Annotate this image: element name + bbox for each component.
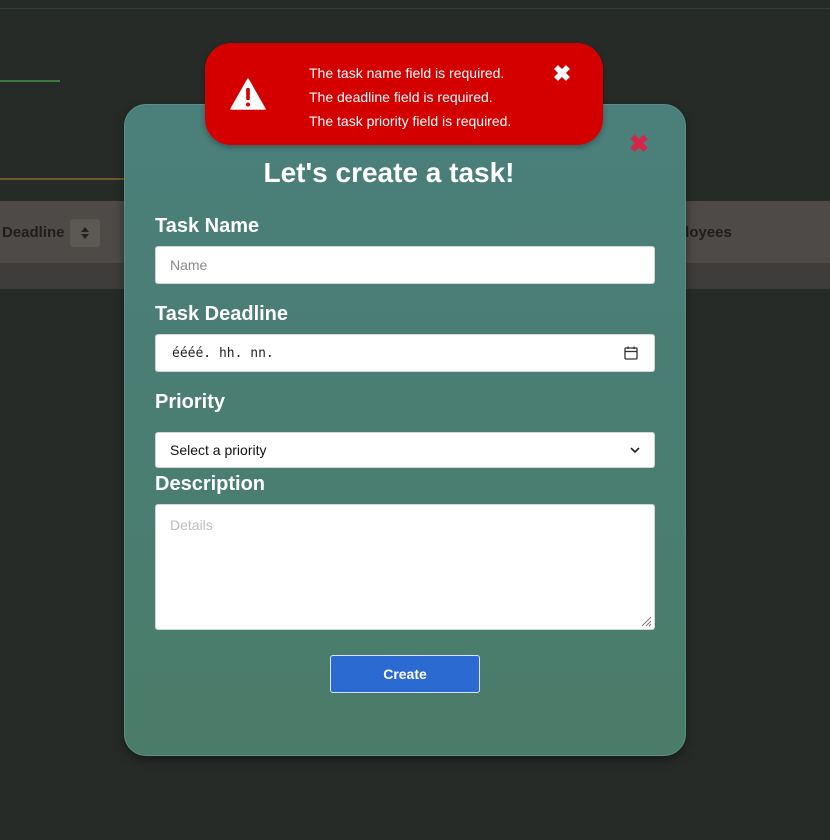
task-deadline-value: éééé. hh. nn.	[172, 345, 274, 361]
calendar-icon[interactable]	[624, 346, 638, 360]
close-icon[interactable]: ✖	[627, 133, 651, 157]
sort-icon[interactable]	[70, 219, 100, 247]
resize-handle-icon[interactable]	[640, 615, 652, 627]
background-accent-line	[0, 80, 60, 82]
close-icon[interactable]: ✖	[551, 63, 573, 85]
error-messages: The task name field is required. The dea…	[309, 61, 511, 133]
priority-label: Priority	[155, 391, 226, 413]
create-task-modal: ✖ Let's create a task! Task Name Task De…	[124, 104, 686, 756]
error-message: The deadline field is required.	[309, 89, 493, 105]
description-label: Description	[155, 473, 266, 495]
task-name-input[interactable]	[155, 246, 655, 284]
background-accent-line	[0, 178, 140, 180]
priority-select[interactable]: Select a priority	[155, 432, 655, 468]
warning-icon	[230, 78, 266, 110]
task-deadline-input[interactable]: éééé. hh. nn.	[155, 334, 655, 372]
modal-title: Let's create a task!	[263, 157, 515, 188]
priority-selected-value: Select a priority	[170, 442, 267, 458]
task-name-label: Task Name	[155, 215, 260, 237]
task-deadline-label: Task Deadline	[155, 303, 289, 325]
description-textarea[interactable]: Details	[155, 504, 655, 630]
error-message: The task priority field is required.	[309, 113, 512, 129]
column-header-deadline[interactable]: Deadline	[2, 224, 65, 241]
error-message: The task name field is required.	[309, 65, 505, 81]
chevron-down-icon	[630, 447, 640, 454]
background-divider	[0, 8, 830, 9]
description-placeholder: Details	[170, 517, 213, 533]
create-button[interactable]: Create	[330, 655, 480, 693]
error-toast: The task name field is required. The dea…	[205, 43, 603, 145]
